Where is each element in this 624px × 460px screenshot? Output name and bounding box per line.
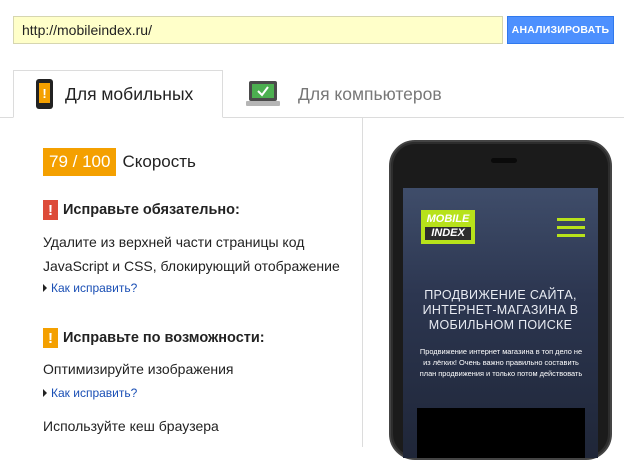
- issue-render-blocking: Удалите из верхней части страницы код Ja…: [43, 234, 340, 274]
- preview-hero-title: ПРОДВИЖЕНИЕ САЙТА, ИНТЕРНЕТ-МАГАЗИНА В М…: [422, 288, 579, 332]
- score-badge: 79 / 100: [43, 148, 117, 176]
- how-to-fix-link[interactable]: Как исправить?: [43, 386, 137, 400]
- tab-mobile[interactable]: ! Для мобильных: [13, 70, 223, 118]
- issue-optimize-images: Оптимизируйте изображения: [43, 361, 234, 377]
- expand-triangle-icon: [43, 389, 47, 397]
- optional-warning-icon: !: [43, 328, 58, 348]
- results-panel: 79 / 100 Скорость ! Исправьте обязательн…: [0, 118, 362, 447]
- how-to-fix-label: Как исправить?: [51, 386, 138, 400]
- issue-browser-cache: Используйте кеш браузера: [43, 418, 219, 434]
- preview-hero-subtitle: Продвижение интернет магазина в топ дело…: [419, 347, 583, 378]
- analyze-button[interactable]: АНАЛИЗИРОВАТЬ: [507, 16, 614, 44]
- score-label: Скорость: [122, 152, 196, 171]
- tab-desktop-label: Для компьютеров: [298, 83, 442, 104]
- section-critical-header: ! Исправьте обязательно:: [43, 200, 240, 220]
- how-to-fix-link[interactable]: Как исправить?: [43, 281, 137, 295]
- hamburger-menu-icon: [557, 218, 585, 238]
- how-to-fix-label: Как исправить?: [51, 281, 138, 295]
- laptop-icon: [246, 81, 280, 107]
- tab-desktop[interactable]: Для компьютеров: [244, 70, 464, 118]
- section-optional-title: Исправьте по возможности:: [63, 330, 265, 346]
- section-critical-title: Исправьте обязательно:: [63, 202, 240, 218]
- mobile-phone-icon: !: [36, 79, 53, 109]
- site-logo: MOBILE INDEX: [421, 210, 475, 244]
- tab-mobile-label: Для мобильных: [65, 83, 194, 104]
- score-row: 79 / 100 Скорость: [43, 148, 196, 176]
- logo-line1: MOBILE: [426, 213, 470, 225]
- phone-speaker: [491, 158, 517, 163]
- logo-line2: INDEX: [425, 227, 471, 240]
- url-bar: http://mobileindex.ru/ АНАЛИЗИРОВАТЬ: [0, 0, 624, 58]
- critical-warning-icon: !: [43, 200, 58, 220]
- mobile-preview-screen: MOBILE INDEX ПРОДВИЖЕНИЕ САЙТА, ИНТЕРНЕТ…: [403, 188, 598, 458]
- mobile-preview-phone: MOBILE INDEX ПРОДВИЖЕНИЕ САЙТА, ИНТЕРНЕТ…: [389, 140, 612, 460]
- expand-triangle-icon: [43, 284, 47, 292]
- section-optional-header: ! Исправьте по возможности:: [43, 328, 265, 348]
- url-input[interactable]: http://mobileindex.ru/: [13, 16, 503, 44]
- preview-dark-block: [417, 408, 585, 458]
- panel-divider: [362, 118, 363, 447]
